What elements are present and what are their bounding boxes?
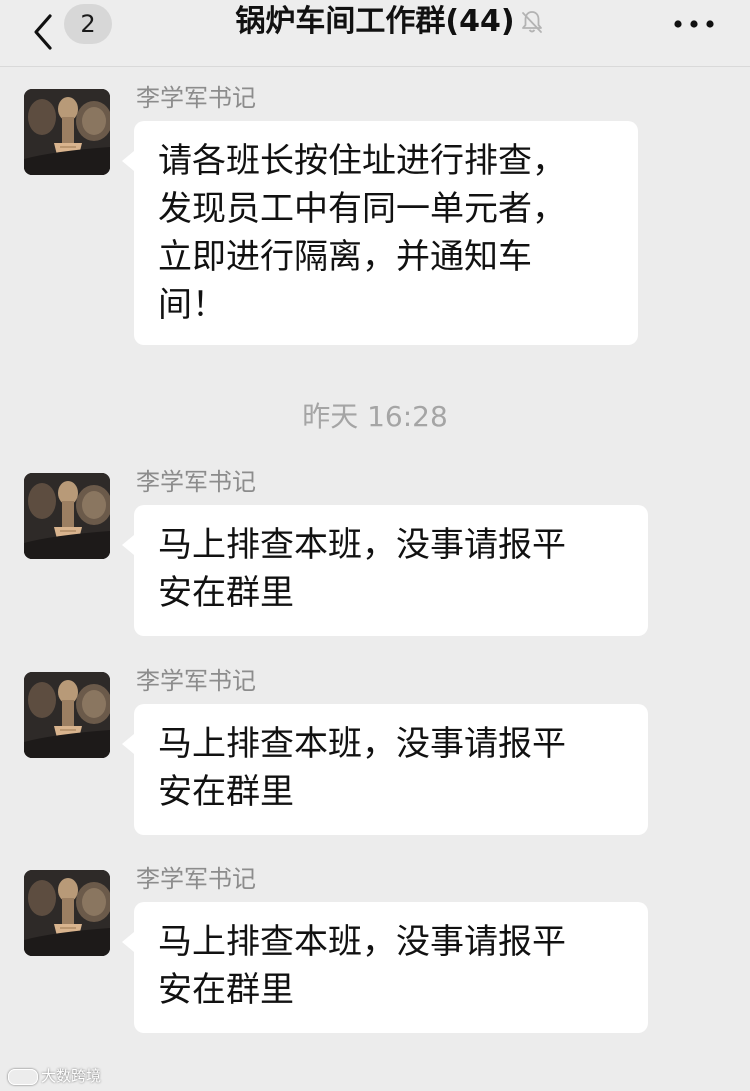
message-bubble[interactable]: 请各班长按住址进行排查， 发现员工中有同一单元者， 立即进行隔离，并通知车 间！ bbox=[122, 121, 638, 345]
chat-title-area[interactable]: 锅炉车间工作群(44) bbox=[190, 0, 590, 44]
message-bubble[interactable]: 马上排查本班，没事请报平 安在群里 bbox=[122, 902, 648, 1033]
avatar[interactable] bbox=[24, 89, 110, 175]
message-text-line: 安在群里 bbox=[158, 573, 294, 613]
watermark: 大数跨境 bbox=[8, 1066, 101, 1086]
message-text-line: 安在群里 bbox=[158, 970, 294, 1010]
message-text-line: 马上排查本班，没事请报平 bbox=[158, 922, 566, 962]
message-text-line: 马上排查本班，没事请报平 bbox=[158, 525, 566, 565]
avatar[interactable] bbox=[24, 473, 110, 559]
more-dots-icon bbox=[672, 20, 716, 48]
bell-muted-icon bbox=[519, 9, 545, 35]
unread-count-badge[interactable]: 2 bbox=[64, 4, 112, 44]
message-text-line: 发现员工中有同一单元者， bbox=[158, 189, 566, 229]
sender-name: 李学军书记 bbox=[136, 84, 256, 112]
message-text-line: 安在群里 bbox=[158, 772, 294, 812]
sender-name: 李学军书记 bbox=[136, 667, 256, 695]
chat-title: 锅炉车间工作群(44) bbox=[235, 4, 515, 39]
message-text-line: 立即进行隔离，并通知车 bbox=[158, 237, 532, 277]
watermark-text: 大数跨境 bbox=[41, 1067, 102, 1085]
back-button[interactable] bbox=[28, 12, 58, 52]
message-text-line: 间！ bbox=[158, 285, 226, 325]
timestamp-divider: 昨天 16:28 bbox=[302, 400, 448, 433]
sender-name: 李学军书记 bbox=[136, 468, 256, 496]
watermark-logo-icon bbox=[8, 1068, 38, 1085]
message-bubble[interactable]: 马上排查本班，没事请报平 安在群里 bbox=[122, 505, 648, 636]
chat-header: 2 锅炉车间工作群(44) bbox=[0, 0, 750, 67]
avatar[interactable] bbox=[24, 672, 110, 758]
chevron-left-icon bbox=[28, 12, 58, 52]
more-button[interactable] bbox=[672, 4, 716, 44]
message-bubble[interactable]: 马上排查本班，没事请报平 安在群里 bbox=[122, 704, 648, 835]
avatar[interactable] bbox=[24, 870, 110, 956]
message-text-line: 请各班长按住址进行排查， bbox=[158, 141, 566, 181]
message-text-line: 马上排查本班，没事请报平 bbox=[158, 724, 566, 764]
sender-name: 李学军书记 bbox=[136, 865, 256, 893]
